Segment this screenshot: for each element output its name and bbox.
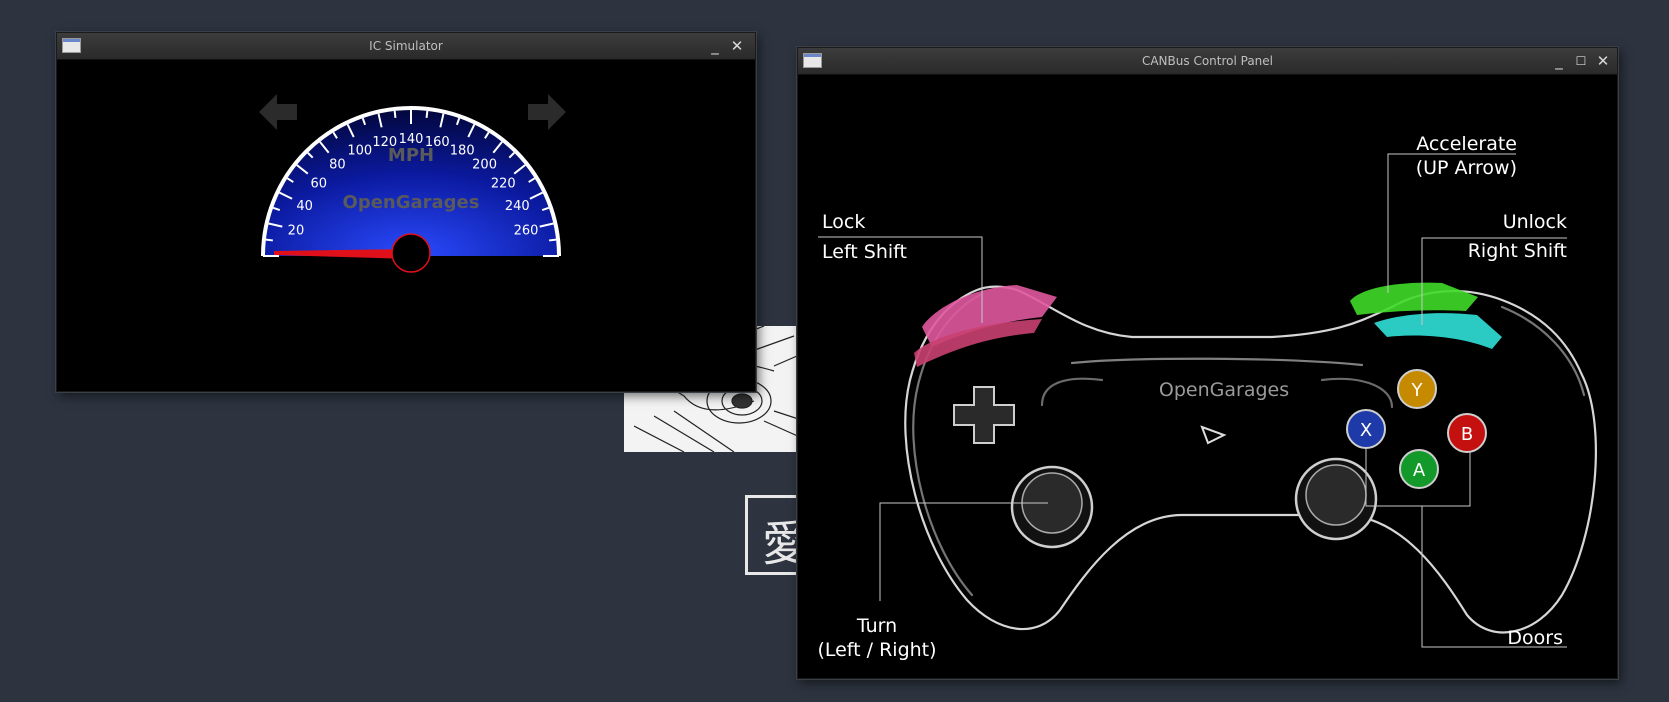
unlock-key-label: Right Shift (1468, 240, 1567, 262)
panel-brand-label: OpenGarages (1159, 379, 1289, 401)
gauge-tick-label: 20 (288, 224, 305, 239)
window-title: CANBus Control Panel (1141, 54, 1274, 68)
right-stick[interactable] (1294, 457, 1378, 541)
control-panel-canvas[interactable]: OpenGarages Y X B A Accelerate (UP Arrow… (802, 75, 1613, 674)
gauge-unit-label: MPH (388, 145, 434, 166)
ic-titlebar[interactable]: IC Simulator _ ✕ (57, 33, 755, 60)
button-x[interactable]: X (1346, 409, 1386, 449)
window-title: IC Simulator (369, 39, 443, 53)
minimize-icon[interactable]: _ (1549, 48, 1569, 74)
gauge-brand-label: OpenGarages (343, 192, 480, 213)
needle-hub (391, 233, 431, 273)
left-stick[interactable] (1010, 465, 1094, 549)
gauge-tick (549, 238, 557, 242)
accelerate-trigger[interactable] (1350, 282, 1478, 315)
gauge-tick-label: 100 (347, 144, 372, 159)
gauge-tick-label: 40 (296, 199, 313, 214)
ic-simulator-window[interactable]: IC Simulator _ ✕ 20 40 60 80 100 120 140 160 18 (56, 32, 756, 392)
close-icon[interactable]: ✕ (1593, 48, 1613, 74)
gauge-tick (425, 110, 429, 118)
start-icon[interactable] (1200, 425, 1227, 445)
button-y-label: Y (1411, 380, 1424, 401)
button-x-label: X (1360, 420, 1372, 441)
turn-label: Turn (856, 615, 897, 637)
unlock-label: Unlock (1503, 211, 1567, 233)
gauge-tick (265, 238, 273, 242)
turn-key-label: (Left / Right) (817, 639, 936, 661)
left-bumper[interactable] (914, 285, 1057, 367)
gauge-tick-label: 220 (491, 176, 516, 191)
accelerate-label: Accelerate (1416, 133, 1517, 155)
controller-svg: OpenGarages Y X B A Accelerate (UP Arrow… (817, 133, 1597, 661)
gauge-tick-label: 80 (329, 158, 346, 173)
gauge-tick (393, 110, 397, 118)
right-arrow-icon (528, 94, 566, 130)
close-icon[interactable]: ✕ (727, 33, 747, 59)
minimize-icon[interactable]: _ (705, 33, 725, 59)
left-arrow-icon (259, 94, 297, 130)
lock-key-label: Left Shift (822, 241, 907, 263)
lock-label: Lock (822, 211, 865, 233)
canbus-control-panel-window[interactable]: CANBus Control Panel _ ☐ ✕ OpenGarages Y… (797, 47, 1618, 679)
speedometer-svg: 20406080100120 140 160180200220240260 MPH … (259, 94, 566, 273)
doors-label: Doors (1507, 627, 1563, 649)
maximize-icon[interactable]: ☐ (1571, 48, 1591, 74)
accelerate-key-label: (UP Arrow) (1416, 157, 1517, 179)
dpad-icon[interactable] (953, 386, 1015, 444)
button-a-label: A (1413, 460, 1426, 481)
gauge-tick-label: 180 (450, 144, 475, 159)
window-app-icon (803, 53, 822, 68)
right-bumper[interactable] (1374, 313, 1502, 349)
ic-display: 20 40 60 80 100 120 140 160 180 200 220 240 260 MPH … (61, 60, 751, 387)
button-b-label: B (1461, 424, 1473, 445)
gauge-tick-label: 260 (514, 224, 539, 239)
button-b[interactable]: B (1447, 413, 1487, 453)
gauge-tick-label: 200 (472, 158, 497, 173)
window-app-icon (62, 38, 81, 53)
panel-titlebar[interactable]: CANBus Control Panel _ ☐ ✕ (798, 48, 1617, 75)
gauge-tick-label: 240 (505, 199, 530, 214)
gauge-tick-label: 60 (310, 176, 327, 191)
button-y[interactable]: Y (1397, 369, 1437, 409)
button-a[interactable]: A (1399, 449, 1439, 489)
